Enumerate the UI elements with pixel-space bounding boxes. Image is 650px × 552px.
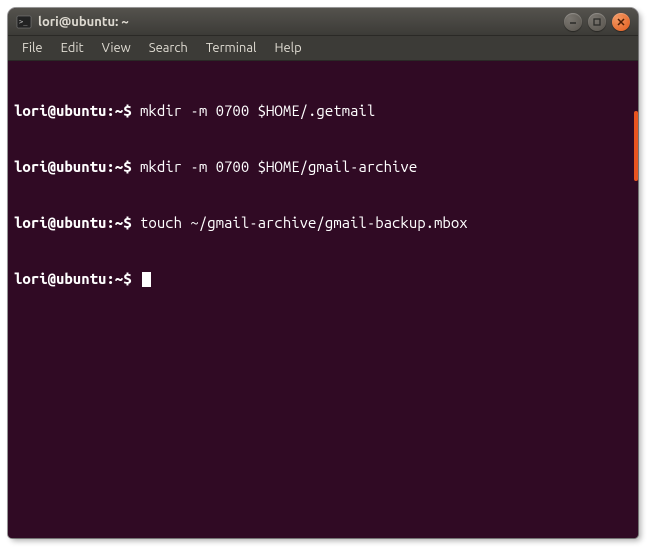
menu-edit[interactable]: Edit [53, 38, 92, 58]
terminal-line: lori@ubuntu:~$ [14, 270, 632, 289]
terminal-body[interactable]: lori@ubuntu:~$ mkdir -m 0700 $HOME/.getm… [8, 61, 638, 538]
command-text: mkdir -m 0700 $HOME/.getmail [140, 102, 375, 119]
terminal-line: lori@ubuntu:~$ touch ~/gmail-archive/gma… [14, 214, 632, 233]
menubar: File Edit View Search Terminal Help [8, 36, 638, 61]
svg-text:>_: >_ [19, 18, 28, 26]
scrollbar-thumb[interactable] [634, 111, 638, 181]
terminal-icon: >_ [16, 14, 32, 30]
minimize-button[interactable] [564, 13, 582, 31]
close-button[interactable] [612, 13, 630, 31]
prompt: lori@ubuntu:~$ [14, 102, 132, 119]
terminal-window: >_ lori@ubuntu: ~ File Edit View Search … [8, 8, 638, 538]
window-title: lori@ubuntu: ~ [38, 15, 564, 29]
menu-view[interactable]: View [94, 38, 139, 58]
menu-help[interactable]: Help [266, 38, 309, 58]
prompt: lori@ubuntu:~$ [14, 158, 132, 175]
terminal-line: lori@ubuntu:~$ mkdir -m 0700 $HOME/.getm… [14, 102, 632, 121]
prompt: lori@ubuntu:~$ [14, 270, 132, 287]
menu-file[interactable]: File [14, 38, 51, 58]
window-controls [564, 13, 630, 31]
command-text: mkdir -m 0700 $HOME/gmail-archive [140, 158, 417, 175]
menu-terminal[interactable]: Terminal [198, 38, 265, 58]
maximize-button[interactable] [588, 13, 606, 31]
cursor [142, 272, 151, 287]
titlebar[interactable]: >_ lori@ubuntu: ~ [8, 8, 638, 36]
prompt: lori@ubuntu:~$ [14, 214, 132, 231]
command-text: touch ~/gmail-archive/gmail-backup.mbox [140, 214, 468, 231]
menu-search[interactable]: Search [141, 38, 196, 58]
terminal-line: lori@ubuntu:~$ mkdir -m 0700 $HOME/gmail… [14, 158, 632, 177]
